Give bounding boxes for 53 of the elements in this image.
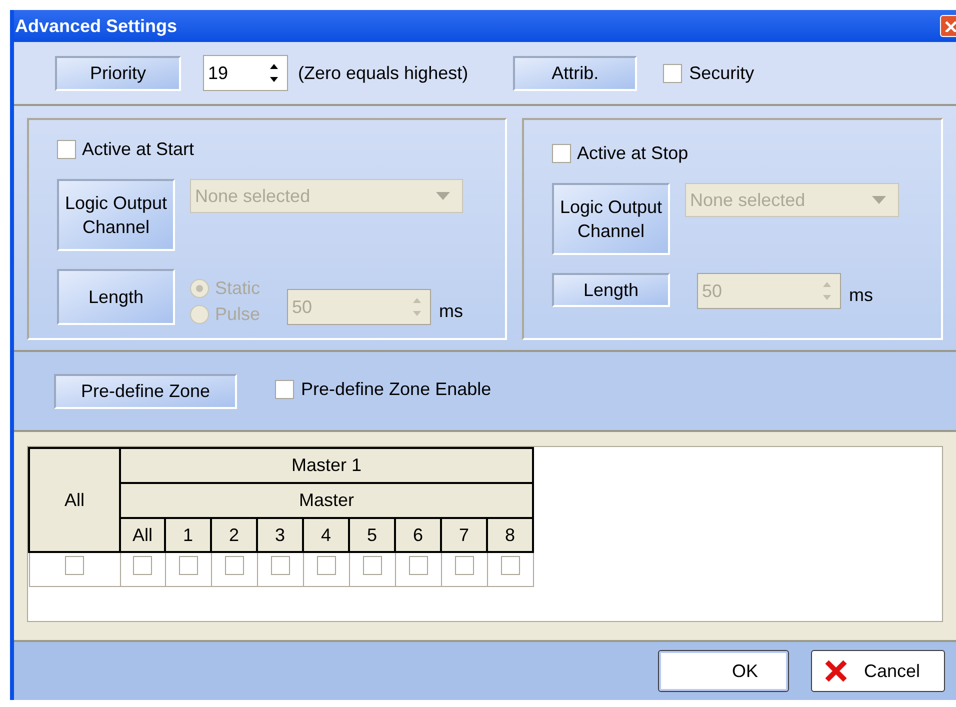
checkbox[interactable] — [65, 556, 84, 575]
number-field[interactable]: 19 — [203, 55, 288, 91]
checkbox-label: Pre-define Zone Enable — [301, 378, 492, 400]
checkbox[interactable] — [408, 556, 428, 575]
radio-button[interactable] — [190, 304, 209, 324]
close-button[interactable] — [940, 15, 956, 37]
column-header: Master — [120, 483, 533, 518]
checkbox-label: Active at Stop — [577, 142, 688, 165]
cancel-button[interactable]: Cancel — [811, 650, 945, 692]
unit-label: ms — [439, 300, 464, 323]
checkbox[interactable] — [270, 556, 290, 575]
checkbox[interactable] — [500, 556, 520, 575]
column-header: All — [120, 518, 165, 552]
column-header: 1 — [165, 518, 211, 552]
checkbox[interactable] — [275, 380, 294, 398]
setting-button[interactable]: Priority — [55, 56, 181, 90]
column-header: 3 — [257, 518, 303, 552]
setting-button[interactable]: Logic Output Channel — [552, 183, 670, 255]
checkbox[interactable] — [362, 556, 382, 575]
window-title: Advanced Settings — [14, 14, 178, 38]
checkbox[interactable] — [224, 556, 244, 575]
checkbox[interactable] — [57, 140, 76, 159]
checkbox[interactable] — [663, 64, 682, 82]
radio-label: Pulse — [215, 303, 260, 325]
setting-button[interactable]: Logic Output Channel — [57, 179, 175, 251]
column-header: 2 — [211, 518, 257, 552]
priority-note: (Zero equals highest) — [298, 62, 468, 85]
column-header: 5 — [349, 518, 395, 552]
checkbox-label: Active at Start — [82, 138, 194, 161]
column-header: 4 — [303, 518, 349, 552]
radio-label: Static — [215, 277, 260, 299]
checkbox-label: Security — [689, 62, 754, 85]
checkbox[interactable] — [454, 556, 474, 575]
column-header: 8 — [487, 518, 533, 552]
unit-label: ms — [849, 284, 874, 307]
dropdown-arrow-icon — [872, 196, 886, 204]
checkbox[interactable] — [316, 556, 336, 575]
column-header: 6 — [395, 518, 441, 552]
checkbox[interactable] — [133, 556, 152, 575]
checkbox[interactable] — [552, 144, 572, 163]
column-header: All — [29, 448, 120, 552]
radio-button[interactable] — [190, 278, 209, 298]
setting-button[interactable]: Pre-define Zone — [54, 374, 237, 408]
checkbox[interactable] — [178, 556, 198, 575]
column-header: 7 — [441, 518, 487, 552]
cross-icon — [824, 660, 848, 682]
ok-button[interactable]: OK — [658, 650, 789, 692]
setting-button[interactable]: Attrib. — [513, 56, 638, 90]
column-header: Master 1 — [120, 448, 533, 483]
setting-button[interactable]: Length — [57, 269, 175, 325]
close-icon — [944, 20, 956, 32]
setting-button[interactable]: Length — [552, 273, 670, 307]
dropdown-arrow-icon — [436, 192, 450, 200]
